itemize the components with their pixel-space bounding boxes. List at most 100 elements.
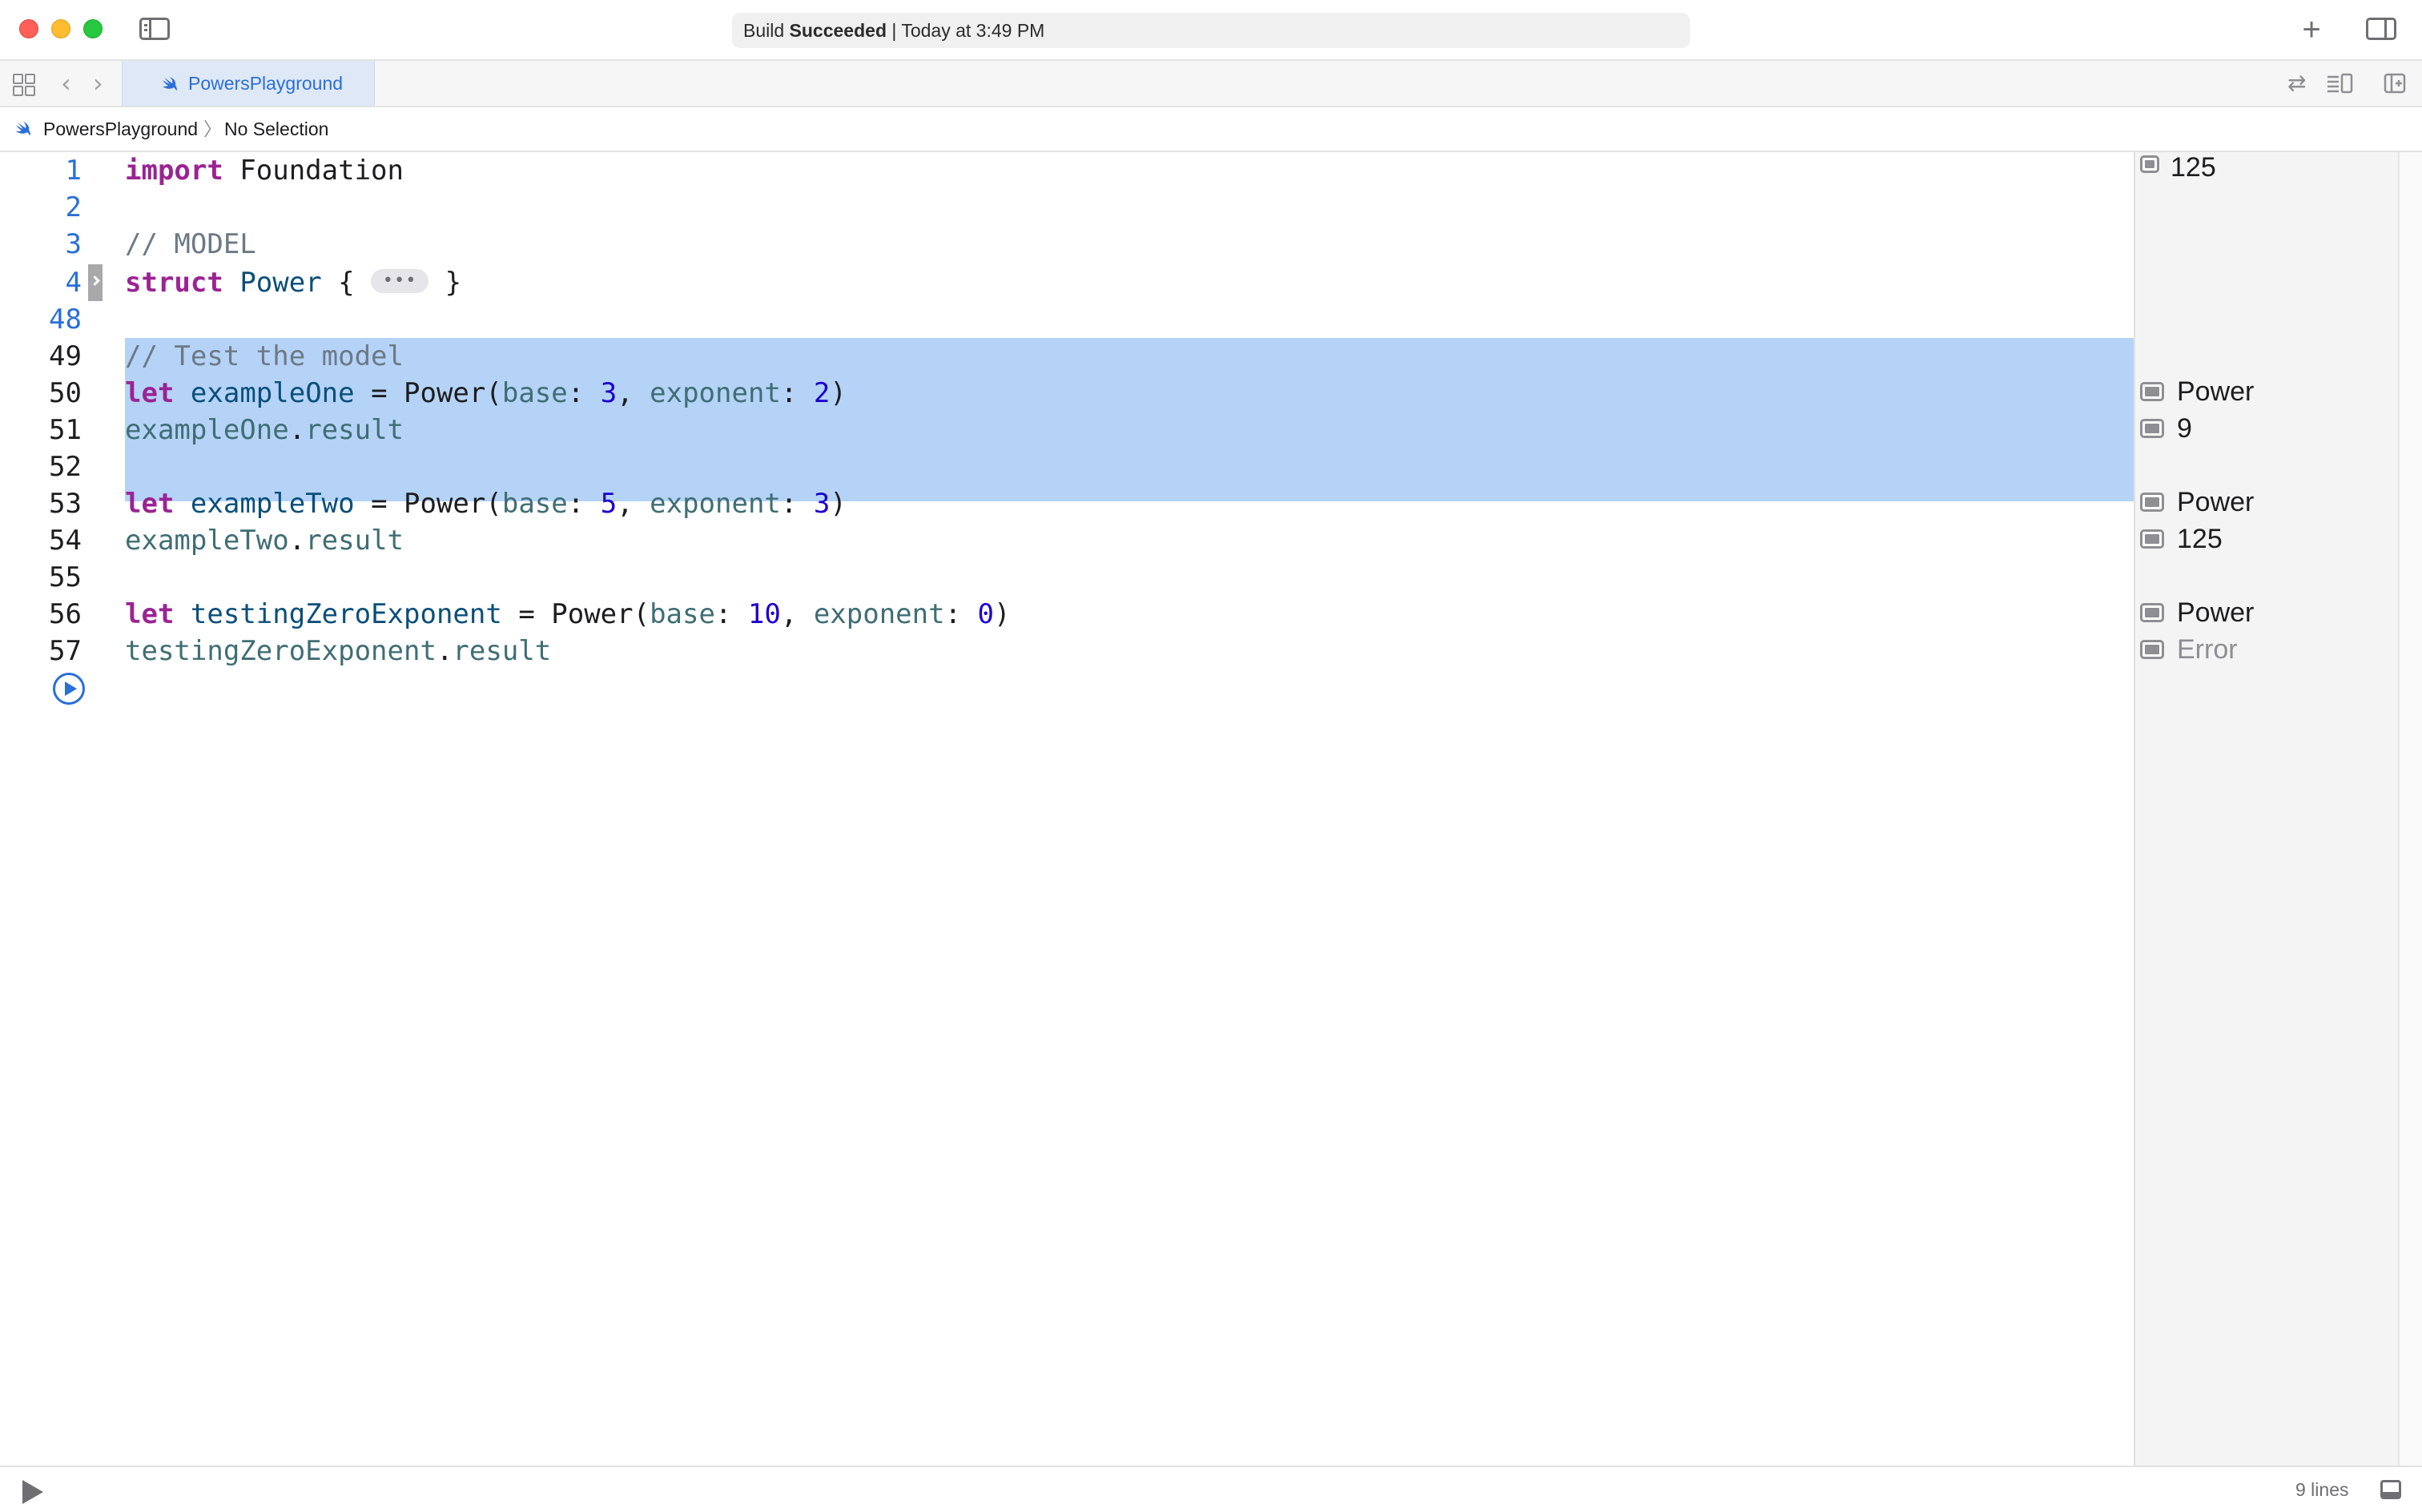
line-number: 50 [49,377,82,409]
code-line[interactable]: 54 exampleTwo.result [0,522,2134,559]
keyword: let [125,488,175,520]
line-number: 2 [65,191,82,223]
breadcrumb-separator: 〉 [203,119,222,139]
source-editor[interactable]: 1 import Foundation 2 3 // MODEL 4 struc… [0,152,2134,1466]
breadcrumb-selection[interactable]: No Selection [224,107,328,151]
sidebar-toggle-icon[interactable] [139,18,170,40]
quick-look-icon[interactable] [2140,529,2164,549]
breadcrumb-project[interactable]: PowersPlayground [43,107,198,151]
minimize-icon[interactable] [51,19,70,38]
result-value: Power [2177,376,2255,407]
quick-look-icon[interactable] [2140,603,2164,622]
variable-name: testingZeroExponent [125,635,437,667]
code-line[interactable]: 55 [0,559,2134,596]
code-text: { [321,267,372,299]
line-number: 49 [49,340,82,372]
comment: // Test the model [125,340,404,372]
number-literal: 0 [977,598,995,630]
variable-name: exampleTwo [190,488,355,520]
results-sidebar [2134,152,2398,1466]
activity-viewer[interactable]: Build Succeeded | Today at 3:49 PM [732,13,1690,48]
param-label: base [501,377,568,409]
tab-bar: ‹ › PowersPlayground ⇄ [0,61,2422,107]
line-number: 4 [65,267,82,299]
play-icon[interactable] [22,1480,43,1504]
code-line[interactable]: 1 import Foundation [0,152,2134,189]
add-editor-icon[interactable] [2384,72,2406,99]
code-line[interactable]: 3 // MODEL [0,226,2134,263]
variable-name: exampleOne [125,414,289,446]
code-text: ) [830,488,847,520]
property-name: result [453,635,552,667]
code-line[interactable]: 50 let exampleOne = Power(base: 3, expon… [0,375,2134,412]
code-text: ) [830,377,847,409]
swift-icon [16,122,30,135]
code-text: . [288,414,306,446]
param-label: exponent [650,488,781,520]
code-line[interactable]: 4 struct Power { ••• } [0,264,2134,301]
swap-icon[interactable]: ⇄ [2287,72,2306,94]
code-text: ) [994,598,1011,630]
line-number: 57 [49,635,82,667]
code-text: = Power( [354,377,502,409]
inspector-toggle-icon[interactable] [2366,18,2396,40]
result-value: 9 [2177,413,2192,444]
plus-icon[interactable]: + [2295,14,2327,46]
line-number: 1 [65,155,82,187]
quick-look-icon[interactable] [2140,640,2164,659]
folded-code-pill[interactable]: ••• [371,268,429,293]
results-scrollbar[interactable] [2398,152,2422,1466]
property-name: result [305,414,404,446]
code-line[interactable]: 53 let exampleTwo = Power(base: 5, expon… [0,485,2134,522]
quick-look-icon[interactable] [2140,155,2159,173]
close-icon[interactable] [19,19,38,38]
line-count: 9 lines [2295,1479,2349,1500]
line-number: 53 [49,488,82,520]
code-text: = Power( [354,488,502,520]
debug-area-icon[interactable] [2380,1480,2401,1499]
quick-look-icon[interactable] [2140,493,2164,512]
variable-name: exampleOne [190,377,355,409]
line-number: 48 [49,304,82,336]
keyword: let [125,598,175,630]
quick-look-icon[interactable] [2140,382,2164,401]
line-number: 3 [65,228,82,260]
line-number: 51 [49,414,82,446]
code-line[interactable]: 56 let testingZeroExponent = Power(base:… [0,596,2134,633]
adjust-editor-icon[interactable] [2326,72,2353,99]
code-text: Foundation [223,155,404,187]
number-literal: 10 [747,598,781,630]
code-text: = Power( [501,598,650,630]
property-name: result [305,525,404,557]
param-label: base [650,598,715,630]
back-icon[interactable]: ‹ [61,70,71,96]
build-status: Build Succeeded | Today at 3:49 PM [743,13,1044,48]
window-titlebar: Build Succeeded | Today at 3:49 PM + [0,0,2422,61]
tab-label: PowersPlayground [188,73,344,94]
code-text: } [428,267,462,299]
quick-look-icon[interactable] [2140,419,2164,438]
build-status-time: | Today at 3:49 PM [887,20,1045,41]
swift-icon [163,77,177,90]
number-literal: 2 [813,377,831,409]
result-value: 125 [2171,152,2216,183]
forward-icon[interactable]: › [93,70,103,96]
code-line[interactable]: 51 exampleOne.result [0,412,2134,448]
param-label: exponent [813,598,945,630]
build-status-result: Succeeded [789,20,887,41]
keyword: import [125,155,223,187]
code-line[interactable]: 48 [0,301,2134,338]
run-icon[interactable] [53,673,85,705]
grid-icon[interactable] [13,74,35,96]
code-line[interactable]: 57 testingZeroExponent.result [0,633,2134,670]
variable-name: exampleTwo [125,525,289,557]
type-name: Power [239,267,322,299]
line-number: 52 [49,451,82,483]
code-line[interactable]: 49 // Test the model [0,338,2134,375]
code-line[interactable]: 52 [0,448,2134,485]
code-line[interactable]: 2 [0,189,2134,226]
maximize-icon[interactable] [83,19,103,38]
variable-name: testingZeroExponent [190,598,502,630]
tab-powersplayground[interactable]: PowersPlayground [122,61,375,106]
bottom-bar: 9 lines [0,1466,2422,1512]
